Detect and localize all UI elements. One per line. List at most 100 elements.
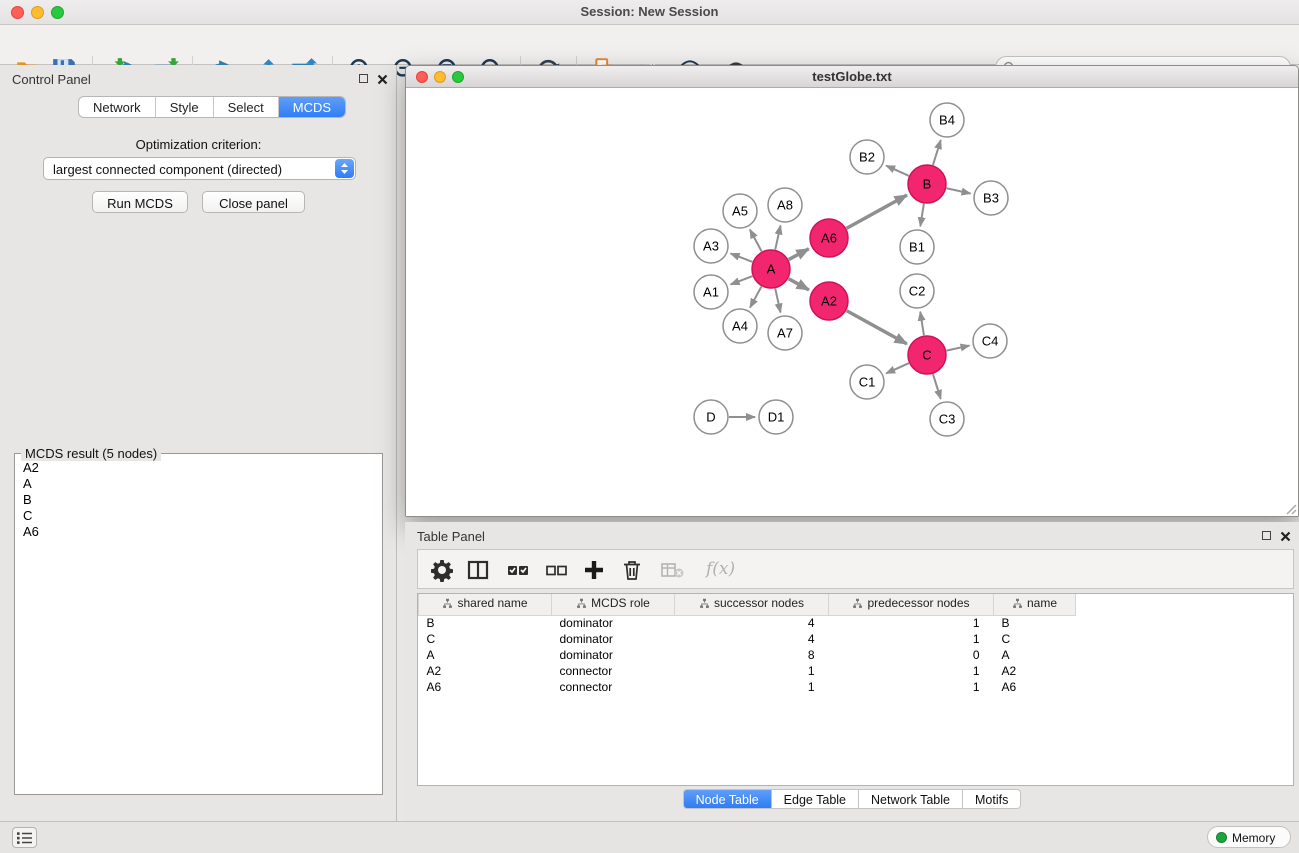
close-table-panel-icon[interactable] — [1280, 530, 1291, 541]
table-row[interactable]: A2connector11A2 — [419, 663, 1294, 679]
table-row[interactable]: Adominator80A — [419, 647, 1294, 663]
select-all-icon[interactable] — [506, 558, 530, 582]
graph-edge-C-C1[interactable] — [886, 363, 909, 373]
result-item[interactable]: C — [17, 508, 380, 524]
graph-edge-B-B3[interactable] — [947, 188, 971, 193]
task-list-button[interactable] — [12, 827, 37, 848]
graph-node-A[interactable]: A — [752, 250, 790, 288]
tab-mcds[interactable]: MCDS — [279, 97, 345, 118]
graph-node-C2[interactable]: C2 — [900, 274, 934, 308]
table-cell[interactable]: 8 — [675, 647, 829, 663]
table-row[interactable]: A6connector11A6 — [419, 679, 1294, 695]
graph-node-A7[interactable]: A7 — [768, 316, 802, 350]
graph-node-D[interactable]: D — [694, 400, 728, 434]
graph-edge-A-A5[interactable] — [750, 230, 762, 252]
graph-edge-C-C2[interactable] — [920, 312, 924, 335]
graph-node-A6[interactable]: A6 — [810, 219, 848, 257]
optimization-dropdown[interactable]: largest connected component (directed) — [43, 157, 356, 180]
column-header[interactable]: shared name — [419, 594, 552, 615]
float-table-panel-icon[interactable] — [1262, 531, 1271, 540]
gear-icon[interactable] — [430, 558, 454, 582]
graph-node-A8[interactable]: A8 — [768, 188, 802, 222]
column-header[interactable]: MCDS role — [552, 594, 675, 615]
graph-node-A1[interactable]: A1 — [694, 275, 728, 309]
graph-edge-A-A4[interactable] — [750, 287, 761, 308]
graph-edge-A-A2[interactable] — [789, 279, 809, 290]
table-cell[interactable]: C — [419, 631, 552, 647]
graph-node-A3[interactable]: A3 — [694, 229, 728, 263]
trash-icon[interactable] — [620, 558, 644, 582]
tab-edge-table[interactable]: Edge Table — [772, 789, 859, 809]
delete-table-icon[interactable] — [660, 558, 684, 582]
graph-node-A5[interactable]: A5 — [723, 194, 757, 228]
tab-style[interactable]: Style — [156, 97, 214, 118]
table-cell[interactable]: B — [419, 615, 552, 631]
close-panel-button[interactable]: Close panel — [202, 191, 305, 213]
column-header[interactable]: successor nodes — [675, 594, 829, 615]
graph-edge-A-A8[interactable] — [775, 226, 780, 250]
table-cell[interactable]: 1 — [829, 679, 994, 695]
graph-edge-C-C3[interactable] — [933, 374, 941, 399]
table-cell[interactable]: 4 — [675, 615, 829, 631]
graph-node-C3[interactable]: C3 — [930, 402, 964, 436]
graph-edge-A-A3[interactable] — [731, 254, 753, 262]
table-cell[interactable]: A6 — [419, 679, 552, 695]
column-header[interactable]: predecessor nodes — [829, 594, 994, 615]
tab-network-table[interactable]: Network Table — [859, 789, 963, 809]
table-cell[interactable]: 4 — [675, 631, 829, 647]
table-cell[interactable]: B — [994, 615, 1076, 631]
table-cell[interactable]: 1 — [829, 631, 994, 647]
graph-node-C4[interactable]: C4 — [973, 324, 1007, 358]
graph-edge-A-A7[interactable] — [775, 289, 780, 313]
table-cell[interactable]: connector — [552, 663, 675, 679]
unselect-all-icon[interactable] — [544, 558, 568, 582]
table-cell[interactable]: dominator — [552, 615, 675, 631]
graph-node-B1[interactable]: B1 — [900, 230, 934, 264]
result-item[interactable]: B — [17, 492, 380, 508]
table-cell[interactable]: A — [994, 647, 1076, 663]
graph-node-B4[interactable]: B4 — [930, 103, 964, 137]
graph-node-C1[interactable]: C1 — [850, 365, 884, 399]
table-cell[interactable]: A2 — [994, 663, 1076, 679]
network-canvas[interactable]: B4B2BB3A5A8A6B1A3AC2A1A2A4A7CC4C1C3DD1 — [406, 88, 1298, 516]
run-mcds-button[interactable]: Run MCDS — [92, 191, 188, 213]
graph-edge-A2-C[interactable] — [847, 311, 907, 344]
table-cell[interactable]: 1 — [829, 663, 994, 679]
resize-grip[interactable] — [1284, 502, 1297, 515]
graph-edge-B-B2[interactable] — [886, 166, 909, 176]
graph-edge-A-A6[interactable] — [789, 249, 809, 260]
tab-select[interactable]: Select — [214, 97, 279, 118]
graph-edge-C-C4[interactable] — [947, 346, 970, 351]
table-cell[interactable]: A — [419, 647, 552, 663]
table-cell[interactable]: 1 — [829, 615, 994, 631]
result-item[interactable]: A — [17, 476, 380, 492]
graph-node-A2[interactable]: A2 — [810, 282, 848, 320]
graph-node-C[interactable]: C — [908, 336, 946, 374]
table-cell[interactable]: 1 — [675, 679, 829, 695]
memory-button[interactable]: Memory — [1207, 826, 1291, 848]
column-header[interactable]: name — [994, 594, 1076, 615]
add-icon[interactable] — [582, 558, 606, 582]
result-item[interactable]: A6 — [17, 524, 380, 540]
function-icon[interactable]: f(x) — [706, 559, 735, 579]
table-row[interactable]: Cdominator41C — [419, 631, 1294, 647]
close-panel-icon[interactable] — [377, 73, 388, 84]
graph-edge-B-B1[interactable] — [920, 204, 924, 227]
columns-icon[interactable] — [466, 558, 490, 582]
graph-node-D1[interactable]: D1 — [759, 400, 793, 434]
table-cell[interactable]: dominator — [552, 631, 675, 647]
graph-edge-A6-B[interactable] — [847, 195, 907, 228]
result-item[interactable]: A2 — [17, 460, 380, 476]
graph-node-B2[interactable]: B2 — [850, 140, 884, 174]
table-cell[interactable]: 1 — [675, 663, 829, 679]
table-row[interactable]: Bdominator41B — [419, 615, 1294, 631]
table-cell[interactable]: A2 — [419, 663, 552, 679]
tab-node-table[interactable]: Node Table — [683, 789, 772, 809]
tab-motifs[interactable]: Motifs — [963, 789, 1021, 809]
tab-network[interactable]: Network — [79, 97, 156, 118]
float-panel-icon[interactable] — [359, 74, 368, 83]
graph-node-A4[interactable]: A4 — [723, 309, 757, 343]
table-cell[interactable]: 0 — [829, 647, 994, 663]
graph-node-B3[interactable]: B3 — [974, 181, 1008, 215]
table-cell[interactable]: dominator — [552, 647, 675, 663]
